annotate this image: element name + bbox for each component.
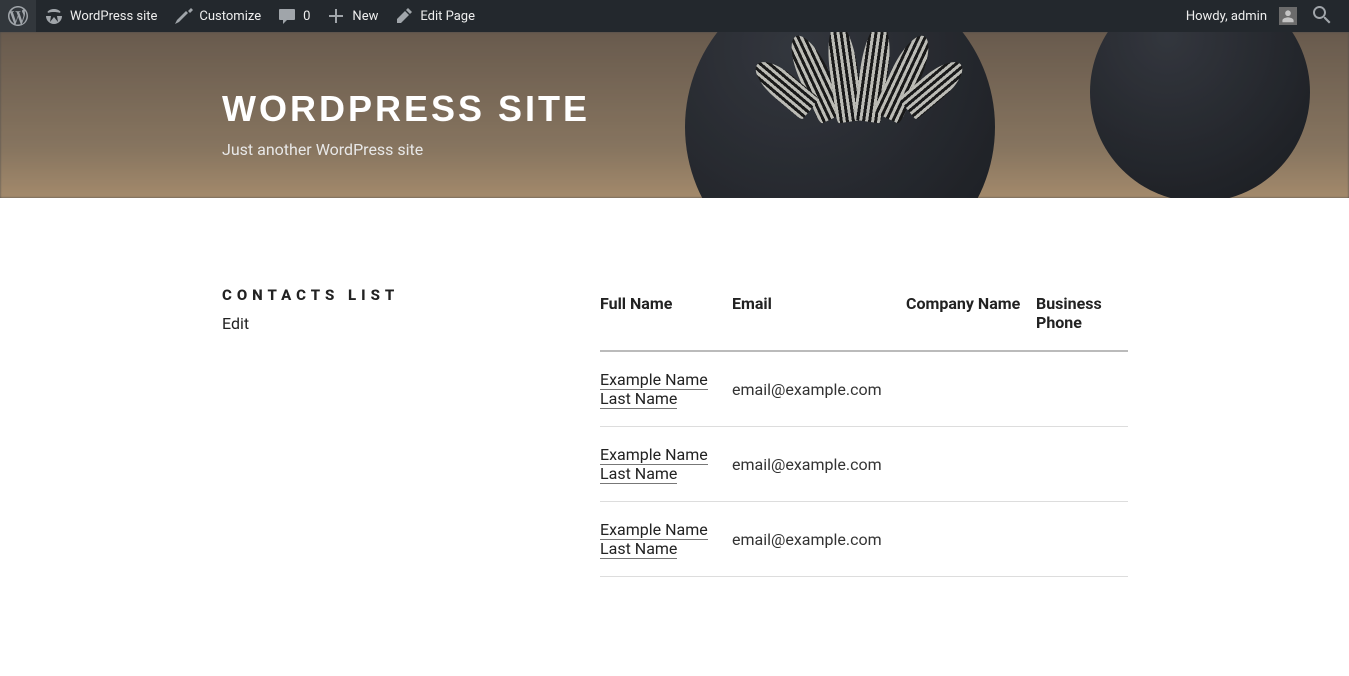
my-account-menu[interactable]: Howdy, admin (1178, 0, 1305, 32)
site-header: WORDPRESS SITE Just another WordPress si… (0, 32, 1349, 198)
new-content-menu[interactable]: New (318, 0, 386, 32)
site-tagline: Just another WordPress site (222, 140, 1349, 159)
cell-phone (1036, 427, 1128, 502)
cell-full-name: Example Name Last Name (600, 427, 732, 502)
table-row: Example Name Last Name email@example.com (600, 502, 1128, 577)
customize-icon (173, 6, 193, 26)
cell-email: email@example.com (732, 427, 906, 502)
customize-label: Customize (199, 9, 261, 24)
site-name-menu[interactable]: WordPress site (36, 0, 165, 32)
wordpress-icon (8, 6, 28, 26)
contact-name-link[interactable]: Example Name Last Name (600, 520, 708, 559)
page-title: CONTACTS LIST (222, 286, 600, 304)
entry-header: CONTACTS LIST Edit (222, 286, 600, 577)
search-icon (1313, 6, 1333, 26)
edit-page-label: Edit Page (420, 9, 475, 24)
cell-phone (1036, 502, 1128, 577)
new-label: New (352, 9, 378, 24)
dashboard-icon (44, 6, 64, 26)
site-name-label: WordPress site (70, 9, 157, 24)
contacts-table: Full Name Email Company Name Business Ph… (600, 286, 1128, 577)
plus-icon (326, 6, 346, 26)
cell-full-name: Example Name Last Name (600, 351, 732, 427)
avatar-icon (1279, 7, 1297, 25)
table-row: Example Name Last Name email@example.com (600, 427, 1128, 502)
comments-icon (277, 6, 297, 26)
customize-menu[interactable]: Customize (165, 0, 269, 32)
site-title[interactable]: WORDPRESS SITE (222, 88, 1349, 130)
howdy-label: Howdy, admin (1186, 9, 1267, 24)
cell-email: email@example.com (732, 351, 906, 427)
table-row: Example Name Last Name email@example.com (600, 351, 1128, 427)
page-content: CONTACTS LIST Edit Full Name Email Compa… (0, 198, 1349, 577)
col-full-name: Full Name (600, 286, 732, 351)
search-menu[interactable] (1305, 0, 1341, 32)
entry-content: Full Name Email Company Name Business Ph… (600, 286, 1128, 577)
wp-admin-bar: WordPress site Customize 0 New Edit Page (0, 0, 1349, 32)
cell-phone (1036, 351, 1128, 427)
contact-name-link[interactable]: Example Name Last Name (600, 370, 708, 409)
col-phone: Business Phone (1036, 286, 1128, 351)
comments-menu[interactable]: 0 (269, 0, 318, 32)
cell-full-name: Example Name Last Name (600, 502, 732, 577)
cell-company (906, 351, 1036, 427)
table-header-row: Full Name Email Company Name Business Ph… (600, 286, 1128, 351)
cell-email: email@example.com (732, 502, 906, 577)
col-company: Company Name (906, 286, 1036, 351)
cell-company (906, 427, 1036, 502)
edit-link[interactable]: Edit (222, 314, 249, 333)
wp-logo-menu[interactable] (0, 0, 36, 32)
col-email: Email (732, 286, 906, 351)
comments-count: 0 (303, 9, 310, 24)
pencil-icon (394, 6, 414, 26)
edit-page-menu[interactable]: Edit Page (386, 0, 483, 32)
cell-company (906, 502, 1036, 577)
contact-name-link[interactable]: Example Name Last Name (600, 445, 708, 484)
site-branding: WORDPRESS SITE Just another WordPress si… (0, 32, 1349, 159)
admin-bar-right: Howdy, admin (1178, 0, 1349, 32)
admin-bar-left: WordPress site Customize 0 New Edit Page (0, 0, 1178, 32)
